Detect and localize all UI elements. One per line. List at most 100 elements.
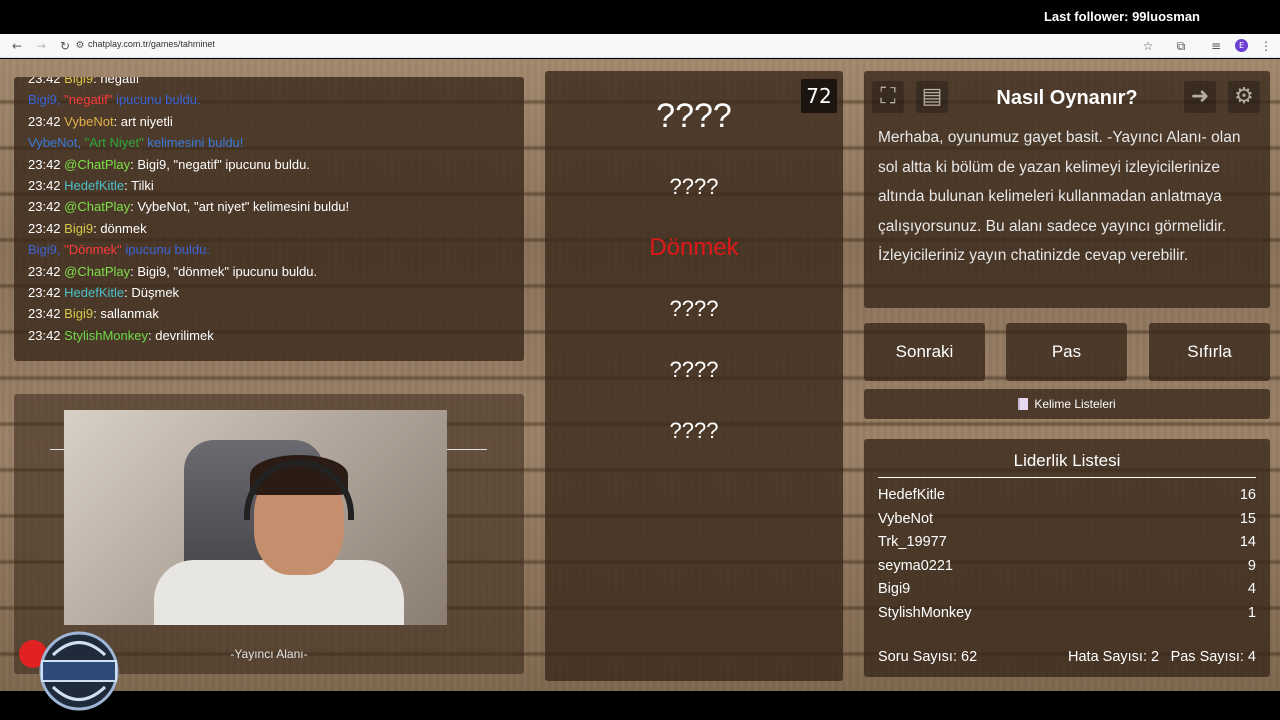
site-info-icon[interactable]: ⚙ bbox=[72, 38, 88, 54]
channel-logo bbox=[39, 631, 119, 711]
webcam-feed bbox=[64, 410, 447, 625]
chat-message: 23:42 HedefKitle: Tilki bbox=[28, 175, 510, 196]
chat-system-quote: "Art Niyet" bbox=[84, 135, 144, 151]
word-slot-highlighted: Dönmek bbox=[649, 234, 739, 261]
player-score: 1 bbox=[1247, 604, 1256, 621]
word-list-panel: 72 ???? ???? Dönmek ???? ???? ???? bbox=[545, 71, 843, 681]
word-slot: ???? bbox=[656, 97, 732, 135]
chat-text: : sallanmak bbox=[93, 306, 159, 322]
chat-text: : VybeNot, "art niyet" kelimesini buldu! bbox=[130, 199, 350, 215]
next-button[interactable]: Sonraki bbox=[864, 323, 985, 381]
game-stats: Soru Sayısı: 62 Hata Sayısı: 2 Pas Sayıs… bbox=[878, 649, 1256, 665]
chat-time: 23:42 bbox=[28, 199, 61, 215]
player-score: 16 bbox=[1239, 487, 1256, 503]
word-slot: ???? bbox=[669, 296, 719, 321]
chat-message: 23:42 @ChatPlay: Bigi9, "negatif" ipucun… bbox=[28, 154, 510, 175]
chat-message: 23:42 @ChatPlay: Bigi9, "dönmek" ipucunu… bbox=[28, 261, 510, 282]
chat-time: 23:42 bbox=[28, 77, 61, 86]
chat-time: 23:42 bbox=[28, 263, 61, 279]
chat-text: : Bigi9, "dönmek" ipucunu buldu. bbox=[130, 263, 318, 279]
chat-system-suffix: kelimesini buldu! bbox=[143, 135, 244, 151]
player-name: seyma0221 bbox=[878, 557, 953, 574]
chat-time: 23:42 bbox=[28, 306, 61, 322]
player-score: 4 bbox=[1247, 581, 1256, 597]
stream-top-bar: Last follower: 99luosman bbox=[0, 0, 1280, 34]
chat-username: @ChatPlay bbox=[64, 199, 131, 215]
divider bbox=[447, 449, 487, 450]
last-follower-label: Last follower: 99luosman bbox=[1043, 9, 1200, 24]
chat-text: : art niyetli bbox=[113, 113, 173, 129]
word-lists-button[interactable]: Kelime Listeleri bbox=[864, 389, 1270, 419]
chat-username: StylishMonkey bbox=[64, 327, 148, 343]
chat-message: 23:42 StylishMonkey: devrilimek bbox=[28, 325, 510, 346]
leaderboard-row: Trk_19977 14 bbox=[878, 534, 1256, 550]
divider bbox=[50, 449, 64, 450]
bookmark-star-icon[interactable]: ☆ bbox=[1140, 38, 1156, 54]
chat-message: Bigi9, "negatif" ipucunu buldu. bbox=[28, 89, 510, 110]
word-lists-label: Kelime Listeleri bbox=[1034, 397, 1116, 411]
extensions-icon[interactable]: ⧉ bbox=[1173, 38, 1189, 54]
how-to-play-panel: ⛶ ▤ ➜ ⚙ Nasıl Oynanır? Merhaba, oyunumuz… bbox=[864, 71, 1270, 308]
chat-message: 23:42 Bigi9: dönmek bbox=[28, 218, 510, 239]
player-name: HedefKitle bbox=[878, 487, 945, 503]
back-icon[interactable]: ← bbox=[9, 38, 25, 54]
player-score: 14 bbox=[1239, 534, 1256, 550]
error-count: Hata Sayısı: 2 bbox=[1068, 649, 1160, 665]
chat-message: 23:42 Bigi9: sallanmak bbox=[28, 303, 510, 324]
chat-text: : Bigi9, "negatif" ipucunu buldu. bbox=[130, 156, 310, 172]
chat-username: HedefKitle bbox=[64, 285, 125, 301]
chat-message: 23:42 VybeNot: art niyetli bbox=[28, 111, 510, 132]
question-count: Soru Sayısı: 62 bbox=[878, 649, 978, 665]
chat-system-suffix: ipucunu buldu. bbox=[112, 92, 201, 108]
chat-system-prefix: Bigi9, bbox=[28, 242, 65, 258]
chat-username: VybeNot bbox=[64, 113, 114, 129]
reset-button[interactable]: Sıfırla bbox=[1149, 323, 1270, 381]
pass-count: Pas Sayısı: 4 bbox=[1170, 649, 1256, 665]
chat-system-prefix: VybeNot, bbox=[28, 135, 85, 151]
chat-system-quote: "Dönmek" bbox=[64, 242, 122, 258]
chat-text: : devrilimek bbox=[147, 327, 214, 343]
how-to-play-text: Merhaba, oyunumuz gayet basit. -Yayıncı … bbox=[878, 129, 1241, 264]
chat-message: 23:42 Bigi9: negatif bbox=[28, 77, 510, 89]
player-name: Bigi9 bbox=[878, 581, 911, 597]
address-bar[interactable]: chatplay.com.tr/games/tahminet bbox=[88, 39, 215, 49]
chat-username: HedefKitle bbox=[64, 178, 125, 194]
word-slot: ???? bbox=[669, 418, 719, 443]
player-score: 15 bbox=[1239, 510, 1256, 527]
chat-time: 23:42 bbox=[28, 220, 61, 236]
profile-avatar[interactable]: E bbox=[1235, 39, 1248, 52]
browser-toolbar: ← → ↻ ⚙ chatplay.com.tr/games/tahminet ☆… bbox=[0, 34, 1280, 58]
chat-username: Bigi9 bbox=[64, 220, 94, 236]
menu-kebab-icon[interactable]: ⋮ bbox=[1258, 38, 1274, 54]
chat-message: 23:42 HedefKitle: Düşmek bbox=[28, 282, 510, 303]
chat-text: : Düşmek bbox=[124, 285, 180, 301]
chat-text: : Tilki bbox=[124, 178, 154, 194]
reload-icon[interactable]: ↻ bbox=[57, 38, 73, 54]
chat-time: 23:42 bbox=[28, 113, 61, 129]
leaderboard-panel: Liderlik Listesi HedefKitle 16 VybeNot 15 … bbox=[864, 439, 1270, 677]
stream-bottom-bar bbox=[0, 691, 1280, 720]
chat-username: Bigi9 bbox=[64, 77, 94, 86]
game-stage: 23:42 Bigi9: negatif Bigi9, "negatif" ipu… bbox=[0, 59, 1280, 691]
chat-system-suffix: ipucunu buldu. bbox=[121, 242, 210, 258]
chat-system-prefix: Bigi9, bbox=[28, 92, 65, 108]
leaderboard-row: Bigi9 4 bbox=[878, 581, 1256, 597]
book-icon bbox=[1018, 398, 1029, 410]
chat-time: 23:42 bbox=[28, 178, 61, 194]
leaderboard-row: VybeNot 15 bbox=[878, 511, 1256, 527]
chat-message: Bigi9, "Dönmek" ipucunu buldu. bbox=[28, 239, 510, 260]
leaderboard-row: seyma0221 9 bbox=[878, 558, 1256, 574]
chat-text: : negatif bbox=[93, 77, 140, 86]
player-score: 9 bbox=[1247, 557, 1256, 574]
media-queue-icon[interactable]: ≡ bbox=[1208, 38, 1224, 54]
forward-icon[interactable]: → bbox=[33, 38, 49, 54]
chat-time: 23:42 bbox=[28, 327, 61, 343]
chat-text: : dönmek bbox=[93, 220, 147, 236]
chat-username: @ChatPlay bbox=[64, 156, 131, 172]
pass-button[interactable]: Pas bbox=[1006, 323, 1127, 381]
player-name: VybeNot bbox=[878, 510, 934, 527]
word-slot: ???? bbox=[669, 174, 719, 199]
chat-time: 23:42 bbox=[28, 285, 61, 301]
chat-time: 23:42 bbox=[28, 156, 61, 172]
leaderboard-row: HedefKitle 16 bbox=[878, 487, 1256, 503]
